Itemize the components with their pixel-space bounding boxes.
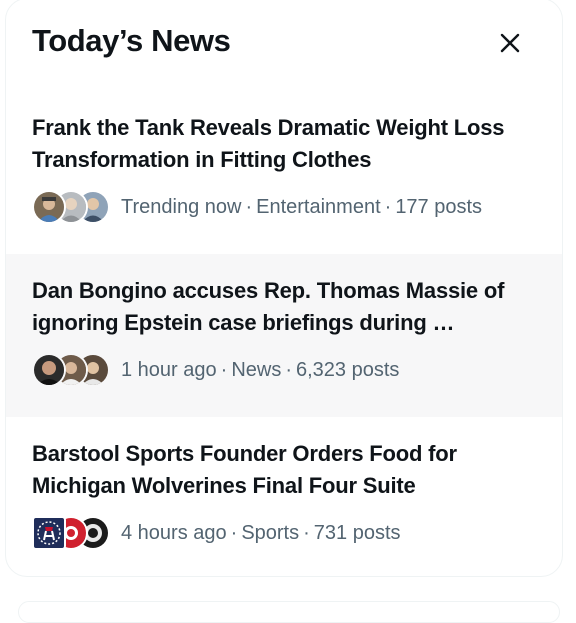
panel-header: Today’s News (6, 0, 562, 91)
avatar-group (32, 188, 110, 226)
news-meta: 1 hour ago · News · 6,323 posts (32, 351, 536, 389)
avatar-group (32, 514, 110, 552)
news-category: Entertainment (256, 195, 381, 218)
person-avatar-icon (32, 190, 66, 224)
news-category: News (231, 358, 282, 381)
news-headline: Dan Bongino accuses Rep. Thomas Massie o… (32, 278, 505, 335)
meta-separator: · (384, 195, 392, 218)
news-category: Sports (241, 521, 300, 544)
next-panel-edge (18, 601, 560, 623)
barstool-logo-icon (32, 516, 66, 550)
meta-separator: · (245, 195, 253, 218)
news-time: Trending now (121, 195, 242, 218)
news-meta: Trending now · Entertainment · 177 posts (32, 188, 536, 226)
todays-news-panel: Today’s News Frank the Tank Reveals Dram… (5, 0, 563, 577)
news-post-count: 177 posts (395, 195, 483, 218)
panel-title: Today’s News (32, 23, 231, 58)
close-icon (500, 33, 520, 53)
news-meta-text: 1 hour ago · News · 6,323 posts (121, 359, 399, 382)
close-button[interactable] (490, 23, 530, 63)
news-time: 1 hour ago (121, 358, 217, 381)
news-meta-text: 4 hours ago · Sports · 731 posts (121, 522, 401, 545)
news-item[interactable]: Barstool Sports Founder Orders Food for … (6, 417, 562, 576)
news-post-count: 731 posts (313, 521, 401, 544)
news-meta: 4 hours ago · Sports · 731 posts (32, 514, 536, 552)
news-headline: Barstool Sports Founder Orders Food for … (32, 441, 457, 498)
news-item[interactable]: Frank the Tank Reveals Dramatic Weight L… (6, 91, 562, 254)
news-headline: Frank the Tank Reveals Dramatic Weight L… (32, 115, 505, 172)
news-post-count: 6,323 posts (296, 358, 400, 381)
meta-separator: · (220, 358, 228, 381)
meta-separator: · (230, 521, 238, 544)
news-meta-text: Trending now · Entertainment · 177 posts (121, 196, 482, 219)
avatar-group (32, 351, 110, 389)
person-avatar-icon (32, 353, 66, 387)
news-time: 4 hours ago (121, 521, 227, 544)
meta-separator: · (285, 358, 292, 381)
news-item[interactable]: Dan Bongino accuses Rep. Thomas Massie o… (6, 254, 562, 417)
meta-separator: · (303, 521, 310, 544)
